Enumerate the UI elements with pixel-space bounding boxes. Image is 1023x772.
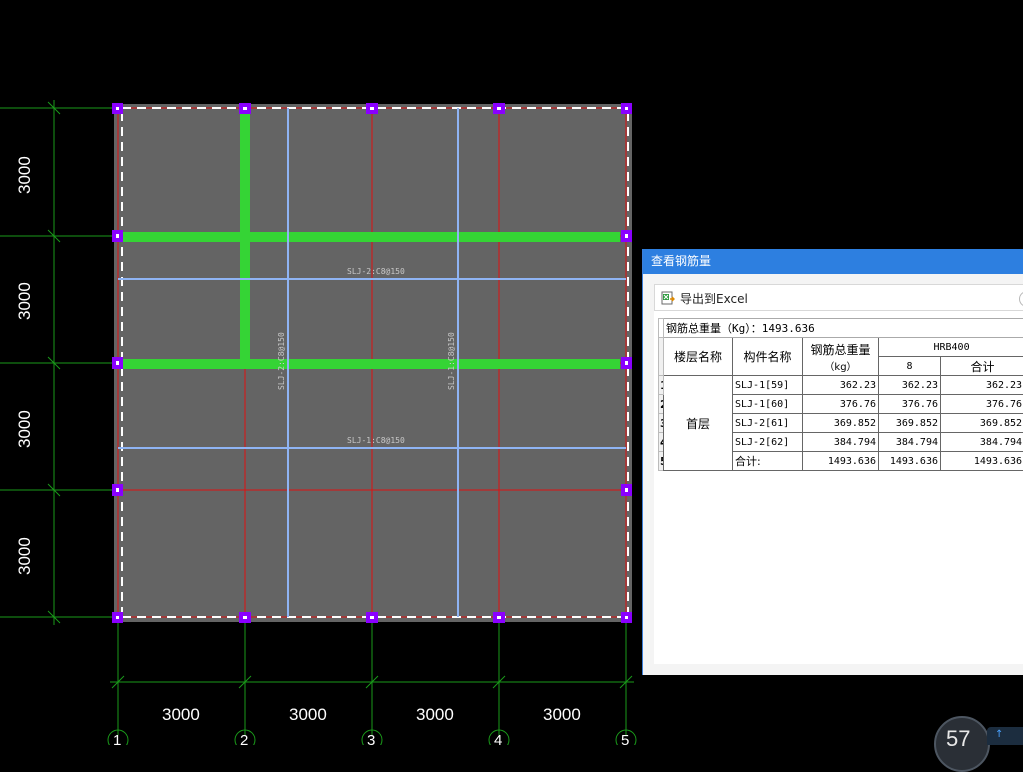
dialog-title[interactable]: 查看钢筋量: [643, 249, 1023, 274]
member-name-cell[interactable]: SLJ-2[61]: [733, 414, 803, 433]
diameter-8-cell[interactable]: 362.23: [879, 376, 941, 395]
header-total-weight-line1: 钢筋总重量: [805, 341, 876, 358]
row-number: 3: [659, 414, 664, 433]
dialog-body: 导出到Excel 钢筋总重量（Kg）：1493.636 楼层名称 构件名称: [654, 284, 1023, 664]
row-number: 5: [659, 452, 664, 471]
dimension-vertical-4: 3000: [15, 537, 34, 575]
header-floor-name[interactable]: 楼层名称: [664, 338, 733, 376]
row-number: 2: [659, 395, 664, 414]
upload-arrow-icon: ↑: [995, 729, 1003, 740]
member-name-cell[interactable]: SLJ-2[62]: [733, 433, 803, 452]
subtotal-cell[interactable]: 1493.636: [941, 452, 1023, 471]
diameter-8-cell[interactable]: 376.76: [879, 395, 941, 414]
header-total-weight[interactable]: 钢筋总重量 （kg）: [803, 338, 879, 376]
diameter-8-cell[interactable]: 1493.636: [879, 452, 941, 471]
export-excel-label: 导出到Excel: [680, 290, 748, 307]
axis-number-2: 2: [240, 732, 248, 745]
header-subtotal[interactable]: 合计: [941, 357, 1023, 376]
subtotal-cell[interactable]: 362.23: [941, 376, 1023, 395]
subtotal-cell[interactable]: 376.76: [941, 395, 1023, 414]
rebar-label-bottom[interactable]: SLJ-1:C8@150: [347, 436, 405, 445]
dimension-horizontal-1: 3000: [162, 705, 200, 724]
performance-value: 57: [946, 726, 970, 752]
header-member-name[interactable]: 构件名称: [733, 338, 803, 376]
dimension-vertical-1: 3000: [15, 156, 34, 194]
diameter-8-cell[interactable]: 369.852: [879, 414, 941, 433]
dialog-toolbar: 导出到Excel: [654, 284, 1023, 311]
total-weight-cell[interactable]: 384.794: [803, 433, 879, 452]
diameter-8-cell[interactable]: 384.794: [879, 433, 941, 452]
rebar-label-right[interactable]: SLJ-1:C8@150: [447, 332, 456, 390]
rebar-label-left[interactable]: SLJ-2:C8@150: [277, 332, 286, 390]
toolbar-scroll-handle[interactable]: [1019, 291, 1023, 307]
subtotal-cell[interactable]: 369.852: [941, 414, 1023, 433]
axis-number-3: 3: [367, 732, 375, 745]
dimension-vertical-2: 3000: [15, 282, 34, 320]
total-weight-cell[interactable]: 362.23: [803, 376, 879, 395]
row-number: 4: [659, 433, 664, 452]
subtotal-cell[interactable]: 384.794: [941, 433, 1023, 452]
member-name-cell[interactable]: SLJ-1[60]: [733, 395, 803, 414]
header-total-weight-line2: （kg）: [805, 358, 876, 373]
dimension-horizontal-4: 3000: [543, 705, 581, 724]
member-name-cell[interactable]: 合计:: [733, 452, 803, 471]
excel-export-icon: [661, 291, 675, 305]
dimension-horizontal-2: 3000: [289, 705, 327, 724]
export-excel-button[interactable]: 导出到Excel: [661, 289, 748, 307]
axis-number-1: 1: [113, 732, 121, 745]
dimension-horizontal-3: 3000: [416, 705, 454, 724]
member-name-cell[interactable]: SLJ-1[59]: [733, 376, 803, 395]
rebar-label-top[interactable]: SLJ-2:C8@150: [347, 267, 405, 276]
network-panel[interactable]: [987, 727, 1023, 745]
rebar-quantity-dialog: 查看钢筋量 导出到Excel: [642, 249, 1023, 675]
dimension-vertical-3: 3000: [15, 410, 34, 448]
total-weight-summary: 钢筋总重量（Kg）：1493.636: [664, 319, 1023, 338]
header-diameter[interactable]: 8: [879, 357, 941, 376]
header-grade[interactable]: HRB400: [879, 338, 1023, 357]
total-weight-cell[interactable]: 369.852: [803, 414, 879, 433]
rebar-quantity-table: 钢筋总重量（Kg）：1493.636 楼层名称 构件名称 钢筋总重量 （kg） …: [658, 318, 1023, 471]
axis-number-4: 4: [494, 732, 502, 745]
total-weight-cell[interactable]: 1493.636: [803, 452, 879, 471]
axis-number-5: 5: [621, 732, 629, 745]
total-weight-cell[interactable]: 376.76: [803, 395, 879, 414]
table-row[interactable]: 1 首层 SLJ-1[59] 362.23 362.23 362.23: [659, 376, 1023, 395]
floor-name-cell[interactable]: 首层: [664, 376, 733, 471]
